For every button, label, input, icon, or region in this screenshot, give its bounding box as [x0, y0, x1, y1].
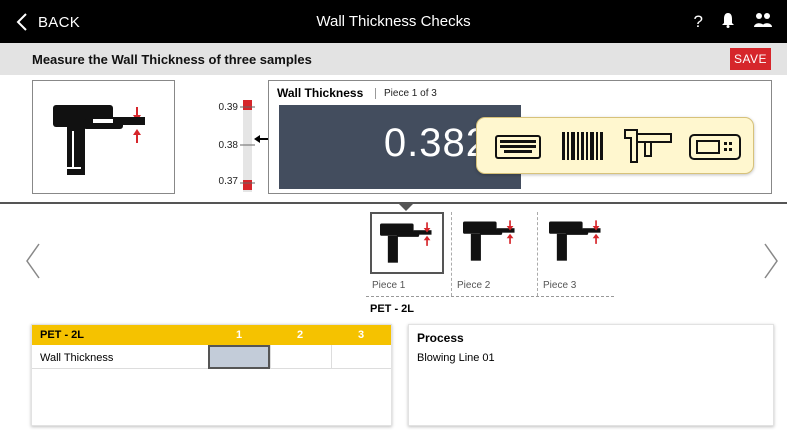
barcode-icon[interactable]: [561, 130, 605, 167]
row-label: Wall Thickness: [40, 352, 114, 364]
piece-thumbnail: [370, 212, 444, 274]
page-title: Wall Thickness Checks: [316, 13, 471, 30]
piece-thumbnail: [541, 212, 615, 274]
piece-card-1[interactable]: Piece 1: [368, 210, 452, 296]
users-icon[interactable]: [753, 11, 773, 34]
caliper-measure-icon: [549, 220, 601, 261]
top-bar: BACK Wall Thickness Checks ?: [0, 0, 787, 43]
column-header: 3: [357, 329, 365, 341]
caliper-measure-icon: [380, 222, 432, 263]
product-label: PET - 2L: [370, 303, 415, 315]
measurement-value: 0.382: [383, 121, 489, 165]
piece-card-3[interactable]: Piece 3: [539, 210, 623, 296]
table-header-product: PET - 2L: [40, 329, 85, 341]
pieces-divider: [366, 296, 614, 297]
instruction-text: Measure the Wall Thickness of three samp…: [32, 52, 312, 67]
process-panel: Process Blowing Line 01: [408, 324, 774, 426]
table-cell[interactable]: [270, 345, 331, 369]
piece-thumbnail: [455, 212, 529, 274]
table-cell[interactable]: [208, 345, 270, 369]
piece-card-2[interactable]: Piece 2: [453, 210, 537, 296]
measurement-tool-card: [32, 80, 175, 194]
digital-gauge-icon[interactable]: [689, 132, 741, 167]
tolerance-gauge: 0.39 0.38 0.37: [210, 96, 270, 194]
caliper-measure-icon: [463, 220, 515, 261]
piece-label: Piece 1: [372, 280, 406, 291]
help-icon[interactable]: ?: [694, 12, 703, 32]
gauge-tick-label: 0.37: [218, 176, 238, 187]
measurement-title: Wall Thickness: [277, 86, 364, 100]
caliper-measure-icon: [53, 105, 145, 177]
piece-counter: Piece 1 of 3: [375, 88, 437, 99]
chevron-left-icon[interactable]: [25, 243, 41, 284]
save-button[interactable]: SAVE: [730, 48, 771, 70]
measurement-panel: Wall Thickness Piece 1 of 3 0.382: [268, 80, 772, 194]
chevron-right-icon[interactable]: [763, 243, 779, 284]
piece-separator: [451, 212, 452, 296]
gauge-tick-label: 0.38: [218, 140, 238, 151]
instruction-bar: Measure the Wall Thickness of three samp…: [0, 43, 787, 75]
piece-label: Piece 2: [457, 280, 491, 291]
bell-icon[interactable]: [721, 12, 735, 33]
piece-separator: [537, 212, 538, 296]
gauge-scale: [240, 100, 268, 192]
column-header: 1: [235, 329, 243, 341]
table-header: PET - 2L 1 2 3: [32, 325, 391, 345]
piece-label: Piece 3: [543, 280, 577, 291]
table-cell[interactable]: [331, 345, 392, 369]
input-method-popup: [476, 117, 754, 174]
column-header: 2: [296, 329, 304, 341]
process-title: Process: [417, 331, 464, 345]
keyboard-icon[interactable]: [495, 135, 541, 164]
gauge-tick-label: 0.39: [218, 102, 238, 113]
section-divider: [0, 202, 787, 204]
table-row: Wall Thickness: [32, 345, 391, 369]
results-table: PET - 2L 1 2 3 Wall Thickness: [31, 324, 392, 426]
caliper-icon[interactable]: [623, 128, 673, 169]
process-value: Blowing Line 01: [417, 352, 495, 364]
